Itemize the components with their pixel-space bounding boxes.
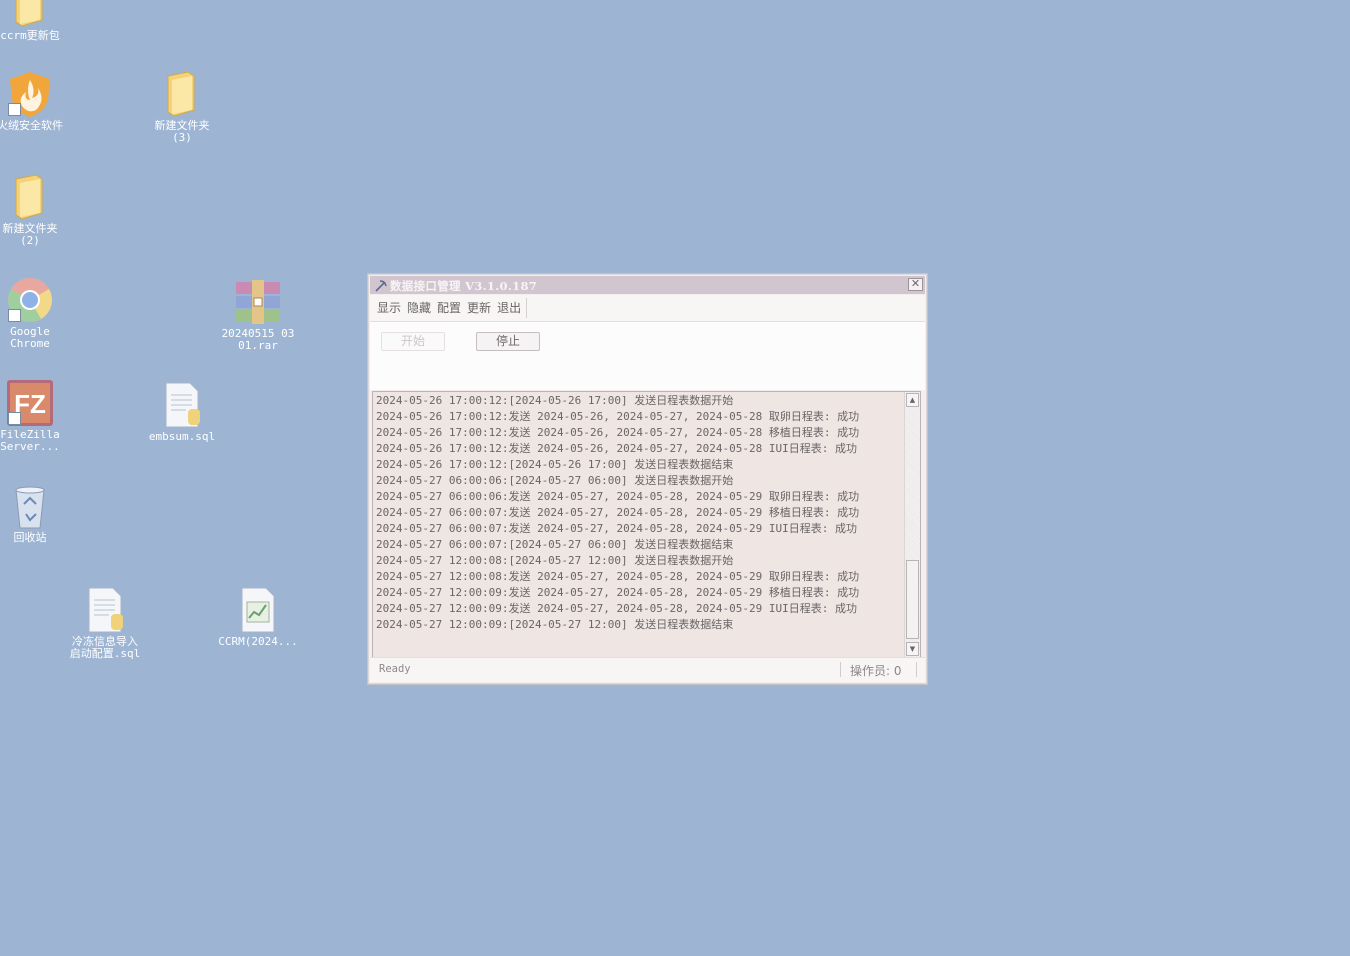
log-line: 2024-05-27 06:00:07:[2024-05-27 06:00] 发… xyxy=(376,538,734,551)
log-line: 2024-05-27 06:00:06:[2024-05-27 06:00] 发… xyxy=(376,474,734,487)
log-line: 2024-05-27 12:00:08:[2024-05-27 12:00] 发… xyxy=(376,554,734,567)
menu-bar: 显示 隐藏 配置 更新 退出 xyxy=(370,295,925,322)
desktop-icon-new-folder-2[interactable]: 新建文件夹 (2) xyxy=(0,173,74,247)
scroll-down-arrow-icon[interactable]: ▼ xyxy=(906,642,919,656)
status-text: Ready xyxy=(379,663,411,675)
menu-items: 显示 隐藏 配置 更新 退出 xyxy=(374,298,528,318)
desktop-icon-rar-archive[interactable]: 20240515 03 01.rar xyxy=(214,278,302,352)
log-line: 2024-05-26 17:00:12:发送 2024-05-26, 2024-… xyxy=(376,426,860,439)
desktop-icon-google-chrome[interactable]: Google Chrome xyxy=(0,276,74,350)
menu-item-exit[interactable]: 退出 xyxy=(494,298,524,318)
menu-item-config[interactable]: 配置 xyxy=(434,298,464,318)
huorong-shield-icon xyxy=(6,70,54,118)
desktop-icon-label: 新建文件夹 (3) xyxy=(154,119,210,144)
desktop-icon-ccrm-chart-file[interactable]: CCRM(2024... xyxy=(214,586,302,648)
desktop-icon-label: embsum.sql xyxy=(148,430,216,443)
folder-icon xyxy=(6,0,54,28)
recycle-bin-icon xyxy=(6,482,54,530)
window-title: 数据接口管理 V3.1.0.187 xyxy=(390,279,538,293)
folder-icon xyxy=(6,173,54,221)
log-textbox[interactable]: 2024-05-26 17:00:12:[2024-05-26 17:00] 发… xyxy=(372,391,921,658)
window-titlebar[interactable]: 数据接口管理 V3.1.0.187 ✕ xyxy=(370,276,925,294)
stop-button[interactable]: 停止 xyxy=(476,332,540,351)
desktop-icon-embsum-sql[interactable]: embsum.sql xyxy=(138,381,226,443)
log-line: 2024-05-27 06:00:07:发送 2024-05-27, 2024-… xyxy=(376,522,857,535)
pickaxe-app-icon xyxy=(374,278,388,292)
menu-item-show[interactable]: 显示 xyxy=(374,298,404,318)
desktop-icon-label: 20240515 03 01.rar xyxy=(221,327,295,352)
log-line: 2024-05-27 12:00:09:发送 2024-05-27, 2024-… xyxy=(376,586,860,599)
desktop-icon-label: Google Chrome xyxy=(10,325,50,350)
shortcut-arrow-icon xyxy=(8,103,21,116)
winrar-archive-icon xyxy=(234,278,282,326)
log-scrollbar[interactable]: ▲ ▼ xyxy=(904,392,920,657)
log-line: 2024-05-26 17:00:12:[2024-05-26 17:00] 发… xyxy=(376,394,734,407)
log-line: 2024-05-27 12:00:09:[2024-05-27 12:00] 发… xyxy=(376,618,734,631)
desktop-icon-ccrm-update[interactable]: ccrm更新包 xyxy=(0,0,74,42)
sql-file-icon xyxy=(81,586,129,634)
desktop-icon-cold-storage-sql[interactable]: 冷冻信息导入 启动配置.sql xyxy=(61,586,149,660)
log-line: 2024-05-26 17:00:12:发送 2024-05-26, 2024-… xyxy=(376,442,857,455)
log-line: 2024-05-27 12:00:09:发送 2024-05-27, 2024-… xyxy=(376,602,857,615)
log-line: 2024-05-27 06:00:06:发送 2024-05-27, 2024-… xyxy=(376,490,860,503)
start-button[interactable]: 开始 xyxy=(381,332,445,351)
menu-item-hide[interactable]: 隐藏 xyxy=(404,298,434,318)
desktop-icon-huorong[interactable]: 火绒安全软件 xyxy=(0,70,74,132)
toolbar: 开始 停止 xyxy=(370,322,925,390)
sql-file-icon xyxy=(158,381,206,429)
status-separator xyxy=(840,662,841,677)
desktop-icon-label: ccrm更新包 xyxy=(0,29,60,42)
chart-file-icon xyxy=(234,586,282,634)
log-line: 2024-05-27 12:00:08:发送 2024-05-27, 2024-… xyxy=(376,570,860,583)
close-button[interactable]: ✕ xyxy=(908,278,923,291)
log-line: 2024-05-27 06:00:07:发送 2024-05-27, 2024-… xyxy=(376,506,860,519)
desktop-icon-recycle-bin[interactable]: 回收站 xyxy=(0,482,74,544)
chrome-icon xyxy=(6,276,54,324)
menu-item-update[interactable]: 更新 xyxy=(464,298,494,318)
desktop-icon-label: CCRM(2024... xyxy=(218,635,298,648)
operator-status: 操作员: 0 xyxy=(850,664,902,678)
desktop-icon-new-folder-3[interactable]: 新建文件夹 (3) xyxy=(138,70,226,144)
shortcut-arrow-icon xyxy=(8,309,21,322)
status-bar: Ready 操作员: 0 xyxy=(370,657,925,682)
scroll-thumb[interactable] xyxy=(906,560,919,639)
log-line: 2024-05-26 17:00:12:[2024-05-26 17:00] 发… xyxy=(376,458,734,471)
desktop-icon-label: FileZilla Server... xyxy=(0,428,60,453)
filezilla-icon: FZ xyxy=(6,379,54,427)
desktop-icon-label: 回收站 xyxy=(13,531,47,544)
desktop: ccrm更新包 火绒安全软件 新建文件夹 (3) 新建文件夹 (2) Googl… xyxy=(0,0,1350,956)
log-line: 2024-05-26 17:00:12:发送 2024-05-26, 2024-… xyxy=(376,410,860,423)
data-interface-window: 数据接口管理 V3.1.0.187 ✕ 显示 隐藏 配置 更新 退出 开始 停止… xyxy=(367,273,928,685)
desktop-icon-filezilla-server[interactable]: FZ FileZilla Server... xyxy=(0,379,74,453)
desktop-icon-label: 新建文件夹 (2) xyxy=(2,222,58,247)
desktop-icon-label: 冷冻信息导入 启动配置.sql xyxy=(69,635,141,660)
shortcut-arrow-icon xyxy=(8,412,21,425)
folder-icon xyxy=(158,70,206,118)
status-separator xyxy=(916,662,917,677)
log-lines: 2024-05-26 17:00:12:[2024-05-26 17:00] 发… xyxy=(376,393,902,633)
desktop-icon-label: 火绒安全软件 xyxy=(0,119,63,132)
scroll-up-arrow-icon[interactable]: ▲ xyxy=(906,393,919,407)
